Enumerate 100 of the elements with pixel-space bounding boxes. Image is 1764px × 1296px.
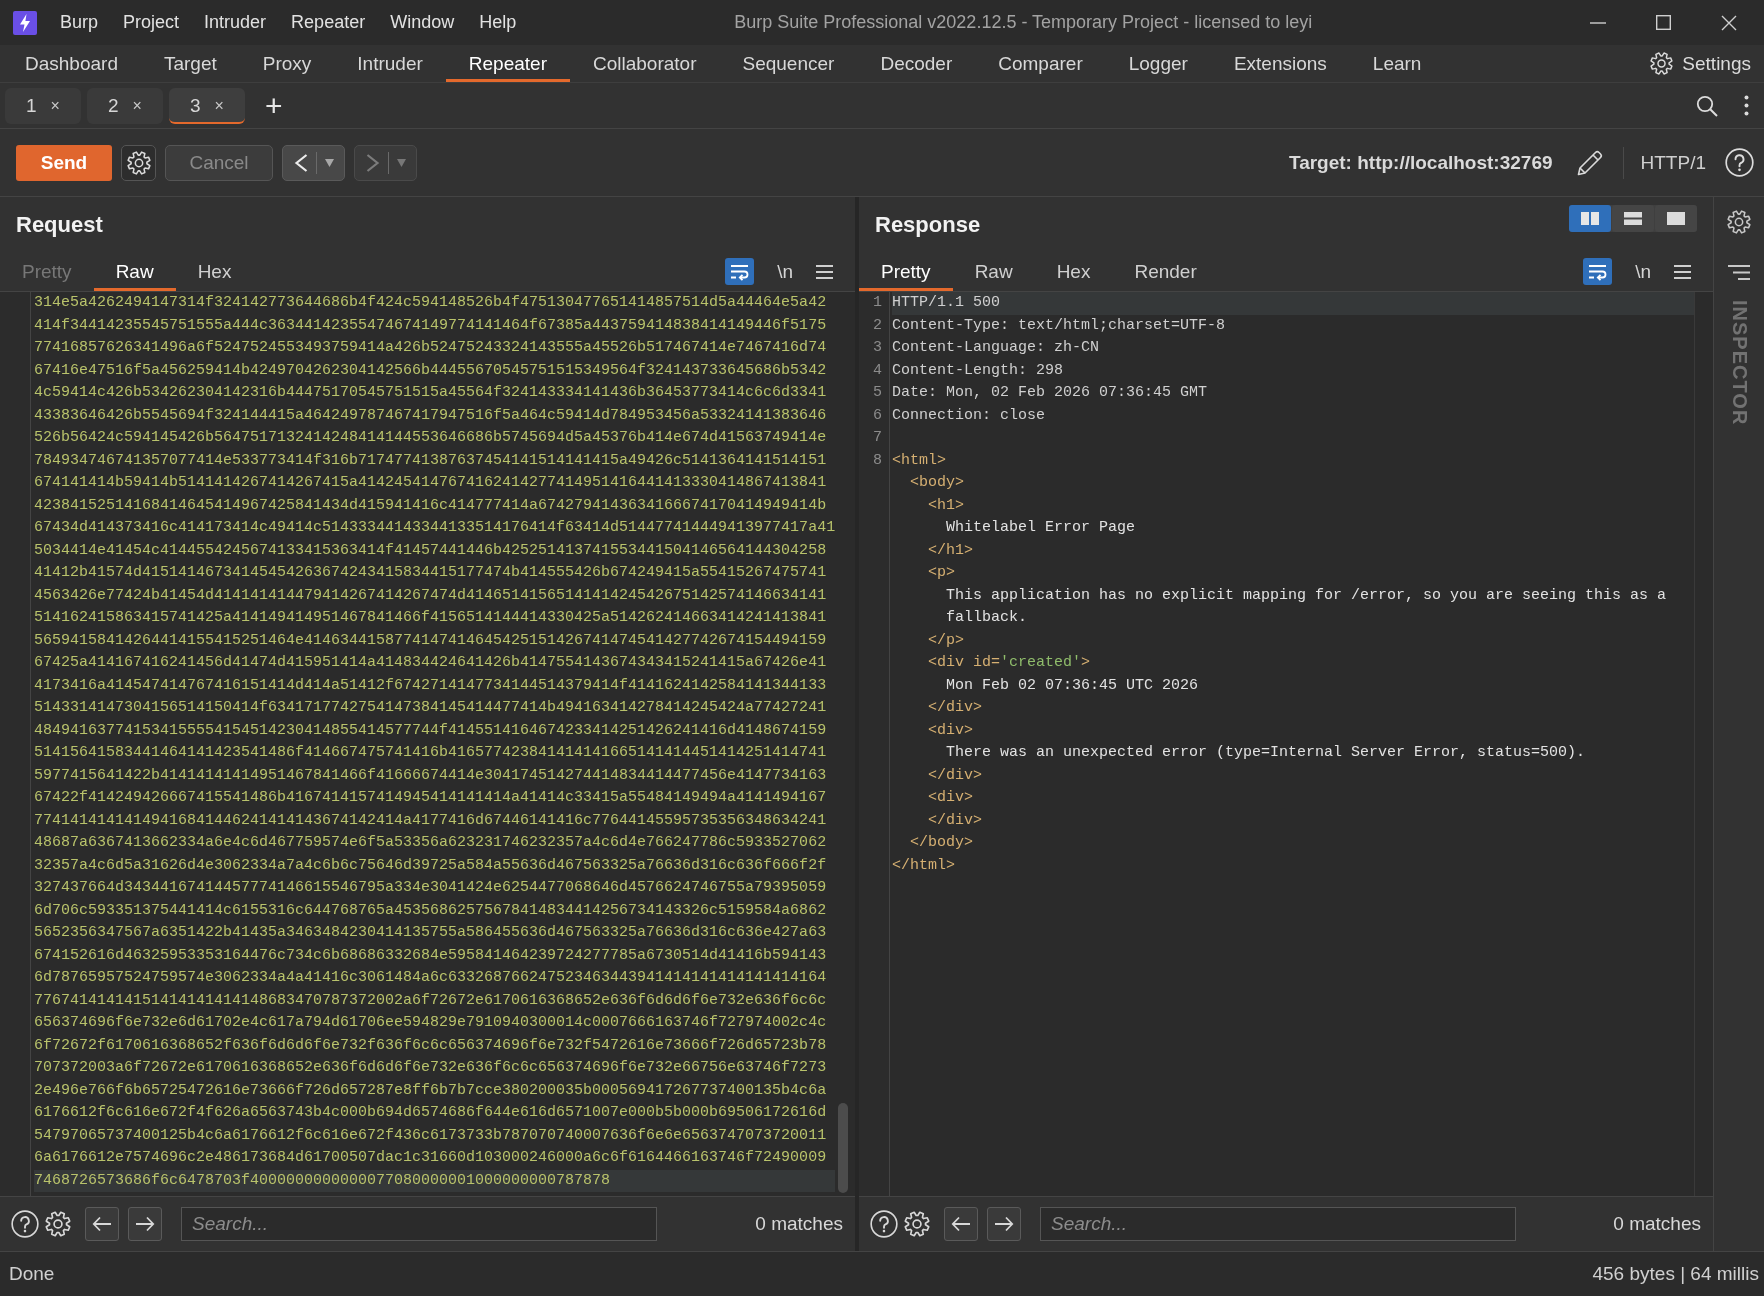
search-icon[interactable] bbox=[1696, 94, 1718, 117]
caret-down-icon bbox=[324, 158, 334, 167]
settings-icon[interactable] bbox=[44, 1210, 72, 1238]
menu-icon[interactable] bbox=[816, 264, 833, 279]
view-tab[interactable]: Hex bbox=[175, 252, 254, 291]
match-count: 0 matches bbox=[1613, 1213, 1701, 1235]
new-tab[interactable]: + bbox=[265, 90, 283, 121]
menu-item[interactable]: Project bbox=[123, 12, 180, 33]
help-icon[interactable] bbox=[1725, 148, 1754, 177]
previous-match-button[interactable] bbox=[944, 1207, 978, 1241]
settings-icon[interactable] bbox=[903, 1210, 931, 1238]
layout-button[interactable] bbox=[1569, 205, 1611, 232]
main-tab[interactable]: Dashboard bbox=[2, 45, 141, 82]
view-tab[interactable]: Hex bbox=[1034, 252, 1113, 291]
chevron-right-icon bbox=[365, 152, 380, 173]
settings-icon[interactable] bbox=[1726, 209, 1752, 235]
code-line: 4c59414c426b534262304142316b44475170545751515a45564f324143334141436b36453773414c6c6d3341 bbox=[34, 383, 827, 403]
main-tab[interactable]: Comparer bbox=[975, 45, 1106, 82]
wrap-lines-icon[interactable] bbox=[1583, 258, 1613, 285]
view-tab[interactable]: Render bbox=[1112, 252, 1219, 291]
menu-item[interactable]: Repeater bbox=[291, 12, 366, 33]
main-tab[interactable]: Intruder bbox=[334, 45, 446, 82]
code-line: <h1> bbox=[928, 495, 964, 516]
code-line: </body> bbox=[910, 833, 973, 853]
request-settings-button[interactable] bbox=[121, 144, 156, 181]
wrap-lines-icon[interactable] bbox=[725, 258, 755, 285]
code-line: Content-Length: 298 bbox=[892, 360, 1064, 381]
menu-icon[interactable] bbox=[1674, 264, 1691, 279]
code-line: 4563426e77424b41454d414141414479414267414267474d4146514156514141424542675142574146634141 bbox=[34, 585, 827, 606]
code-line: 674141414b59414b5141414267414267415a4142454147674162414277414951416441413330414867413841 bbox=[34, 473, 827, 493]
code-line: Whitelabel Error Page bbox=[946, 518, 1136, 538]
code-line: </div> bbox=[928, 810, 982, 831]
protocol-label[interactable]: HTTP/1 bbox=[1640, 151, 1706, 174]
menu-item[interactable]: Intruder bbox=[204, 12, 267, 33]
session-tab[interactable]: 3 × bbox=[169, 87, 245, 124]
session-tab[interactable]: 1 × bbox=[5, 87, 81, 124]
close-tab[interactable]: × bbox=[50, 96, 60, 115]
more-options-icon[interactable] bbox=[1744, 95, 1749, 116]
main-tab[interactable]: Learn bbox=[1349, 45, 1445, 82]
line-number: 1 bbox=[872, 293, 883, 313]
maximize-icon[interactable] bbox=[1656, 15, 1671, 30]
close-tab[interactable]: × bbox=[132, 96, 142, 115]
newline-toggle[interactable]: \n bbox=[774, 258, 796, 285]
close-icon[interactable] bbox=[1721, 14, 1737, 31]
code-line: </h1> bbox=[928, 540, 973, 561]
search-field[interactable]: Search... bbox=[181, 1207, 657, 1241]
code-line: 414f34414235545751555a444c36344142355474674149774141464f67385a443759414838414149446f5175 bbox=[34, 315, 827, 336]
menu-item[interactable]: Burp bbox=[60, 12, 99, 33]
menu-item[interactable]: Help bbox=[479, 12, 517, 33]
line-number: 5 bbox=[872, 383, 883, 403]
arrow-right-icon bbox=[135, 1216, 155, 1232]
code-line: 5034414e41454c4144554245674133415363414f41457441446b425251413741553441504146564144304258 bbox=[34, 540, 827, 561]
lines-icon[interactable] bbox=[1728, 265, 1750, 280]
code-line: </div> bbox=[928, 698, 982, 718]
scrollbar-thumb[interactable] bbox=[838, 1103, 848, 1193]
next-match-button[interactable] bbox=[987, 1207, 1021, 1241]
next-match-button[interactable] bbox=[128, 1207, 162, 1241]
settings-button[interactable]: Settings bbox=[1649, 45, 1764, 82]
main-tab[interactable]: Proxy bbox=[239, 45, 335, 82]
code-line: 784934746741357077414e533773414f316b71747741387637454141514141415a49426c5141364141514151 bbox=[34, 450, 827, 471]
layout-button[interactable] bbox=[1655, 205, 1697, 232]
main-tab[interactable]: Collaborator bbox=[570, 45, 720, 82]
session-tab[interactable]: 2 × bbox=[87, 87, 163, 124]
pencil-icon[interactable] bbox=[1575, 148, 1604, 177]
response-stats: 456 bytes | 64 millis bbox=[1592, 1263, 1759, 1285]
code-line: 6176612f6c616e672f4f626a6563743b4c000b694d6574686f644e616d6571007e000b5b000b69506172616d bbox=[34, 1103, 827, 1123]
code-line: There was an unexpected error (type=Internal Server Error, status=500). bbox=[946, 743, 1586, 763]
code-line: 674152616d46325953353164476c734c6b68686332684e595841464239724277785a6730514d41416b594143 bbox=[34, 945, 827, 966]
main-tab[interactable]: Extensions bbox=[1210, 45, 1350, 82]
minimize-icon[interactable] bbox=[1590, 21, 1606, 24]
code-line: 67416e47516f5a456259414b4249704262304142566b44455670545751515349564f324143733645686b5342 bbox=[34, 360, 827, 381]
code-line: <div id='created'> bbox=[928, 653, 1091, 673]
settings-icon bbox=[1649, 51, 1675, 76]
code-line: 5977415641422b41414141414951467841466f41666674414e304174514274414834414477456e4147734163 bbox=[34, 765, 827, 786]
line-number: 7 bbox=[872, 428, 883, 448]
back-button[interactable] bbox=[282, 144, 345, 181]
code-line: 56594158414264414155415251464e4146344158774147414645425151426741474541427742674154494159 bbox=[34, 630, 827, 651]
previous-match-button[interactable] bbox=[85, 1207, 119, 1241]
close-tab[interactable]: × bbox=[214, 96, 224, 115]
main-tab[interactable]: Decoder bbox=[857, 45, 976, 82]
menu-item[interactable]: Window bbox=[390, 12, 455, 33]
main-tab[interactable]: Repeater bbox=[445, 45, 570, 82]
line-number: 8 bbox=[872, 450, 883, 471]
code-line: 6a6176612e7574696c2e486173684d61700507dac1c31660d103000246000a6c6f6164466163746f72490009 bbox=[34, 1148, 827, 1168]
code-line: 314e5a4262494147314f324142773644686b4f424c594148526b4f475130477651414857514d5a44464e5a42 bbox=[34, 293, 827, 313]
main-tab[interactable]: Sequencer bbox=[719, 45, 858, 82]
code-line: </p> bbox=[928, 630, 964, 651]
main-tab[interactable]: Logger bbox=[1105, 45, 1211, 82]
main-tab[interactable]: Target bbox=[140, 45, 240, 82]
search-field[interactable]: Search... bbox=[1040, 1207, 1516, 1241]
view-tab[interactable]: Raw bbox=[952, 252, 1035, 291]
layout-button[interactable] bbox=[1612, 205, 1654, 232]
newline-toggle[interactable]: \n bbox=[1632, 258, 1654, 285]
code-line: </html> bbox=[892, 855, 955, 876]
code-line: 6f72672f6170616368652f636f6d6d6f6e732f636f6c6c656374696f6e732f5472616e73666f726d65723b78 bbox=[34, 1035, 827, 1056]
code-line: 5652356347567a6351422b41435a3463484230414135755a586455636d467563325a76636d316c636e427a63 bbox=[34, 923, 827, 943]
help-icon[interactable] bbox=[11, 1210, 39, 1238]
help-icon[interactable] bbox=[870, 1210, 898, 1238]
code-line: 77674141414151414141414148683470787372002a6f72672e6170616368652e636f6d6d6f6e732e636f6c6c bbox=[34, 990, 827, 1011]
code-line: <div> bbox=[928, 788, 973, 808]
